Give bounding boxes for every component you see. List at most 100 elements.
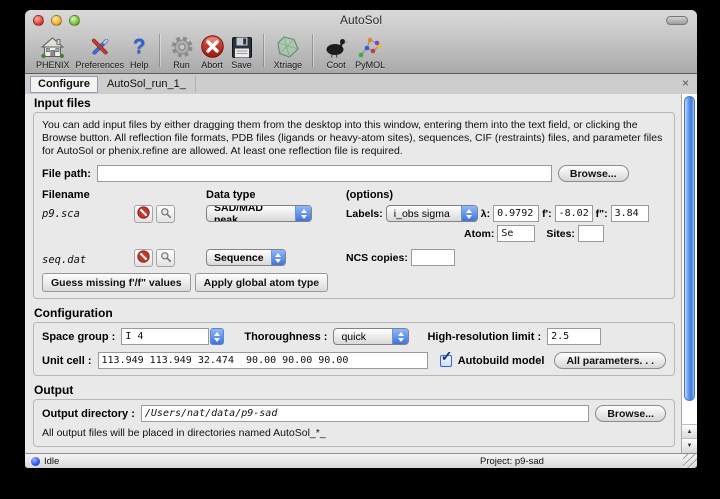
- vertical-scrollbar[interactable]: ▲ ▼: [681, 94, 697, 453]
- ncs-copies-label: NCS copies:: [346, 252, 408, 264]
- window-title: AutoSol: [25, 10, 697, 30]
- file-path-input[interactable]: [97, 165, 552, 182]
- scrollbar-thumb[interactable]: [684, 96, 695, 401]
- configuration-panel: Space group : Thoroughness : quick High-…: [33, 322, 675, 376]
- configure-panel-content: Input files You can add input files by e…: [25, 94, 697, 453]
- scroll-up-button[interactable]: ▲: [682, 424, 697, 439]
- fprime-label: f':: [542, 208, 552, 220]
- atom-input[interactable]: [497, 225, 535, 242]
- toolbar-label: PHENIX: [36, 60, 70, 70]
- toolbar-button-pymol[interactable]: PyMOL: [355, 33, 385, 70]
- resize-grip[interactable]: [683, 454, 697, 468]
- desktop-background: AutoSol: [0, 0, 720, 499]
- toolbar-button-abort[interactable]: Abort: [200, 33, 225, 70]
- scroll-down-button[interactable]: ▼: [682, 438, 697, 453]
- toolbar-button-xtriage[interactable]: Xtriage: [274, 33, 303, 70]
- toolbar-label: Coot: [327, 60, 346, 70]
- toolbar-button-phenix[interactable]: PHENIX: [36, 33, 70, 70]
- output-directory-input[interactable]: [141, 405, 589, 422]
- fprime-input[interactable]: [555, 205, 593, 222]
- apply-global-atom-type-button[interactable]: Apply global atom type: [195, 273, 329, 292]
- remove-file-button[interactable]: [134, 205, 153, 223]
- toolbar-toggle-capsule-button[interactable]: [666, 16, 688, 25]
- filename-cell: seq.dat: [42, 251, 134, 266]
- toolbar-button-save[interactable]: Save: [231, 33, 253, 70]
- popup-stepper-icon: [295, 206, 311, 221]
- filename-cell: p9.sca: [42, 205, 134, 220]
- thoroughness-label: Thoroughness :: [244, 331, 327, 343]
- space-group-label: Space group :: [42, 331, 115, 343]
- data-type-select[interactable]: SAD/MAD peak: [206, 205, 312, 222]
- column-header-filename: Filename: [42, 188, 134, 202]
- status-bar: Idle Project: p9-sad: [25, 453, 697, 468]
- toolbar-button-preferences[interactable]: Preferences: [76, 33, 125, 70]
- ncs-copies-input[interactable]: [411, 249, 455, 266]
- autobuild-model-label: Autobuild model: [458, 355, 545, 367]
- file-options-cell: Labels: i_obs sigma λ: f': f":: [346, 205, 666, 242]
- magnifier-icon: [160, 207, 172, 222]
- autosol-window: AutoSol: [25, 10, 697, 468]
- input-files-heading: Input files: [34, 96, 675, 110]
- status-indicator-icon: [31, 457, 40, 466]
- phenix-home-icon: [40, 33, 65, 59]
- high-resolution-limit-input[interactable]: [547, 328, 601, 345]
- project-label: Project: p9-sad: [480, 456, 544, 467]
- toolbar-separator: [312, 34, 313, 67]
- output-note: All output files will be placed in direc…: [42, 427, 666, 440]
- run-gear-icon: [170, 33, 194, 59]
- scroll-down-icon: ▼: [687, 443, 693, 449]
- output-directory-browse-button[interactable]: Browse...: [595, 405, 666, 422]
- toolbar-button-run[interactable]: Run: [170, 33, 194, 70]
- labels-select[interactable]: i_obs sigma: [386, 205, 478, 222]
- file-path-browse-button[interactable]: Browse...: [558, 165, 629, 182]
- wavelength-label: λ:: [481, 208, 490, 220]
- abort-cross-icon: [200, 33, 225, 59]
- checkmark-icon: ✓: [441, 349, 453, 363]
- pymol-molecule-icon: [357, 33, 383, 59]
- main-toolbar: PHENIX Preferences ?: [25, 30, 697, 73]
- fdoubleprime-label: f":: [596, 208, 608, 220]
- remove-file-button[interactable]: [134, 249, 153, 267]
- output-heading: Output: [34, 383, 675, 397]
- unit-cell-label: Unit cell :: [42, 355, 92, 367]
- tab-autosol-run-1[interactable]: AutoSol_run_1_: [98, 76, 196, 92]
- title-bar[interactable]: AutoSol: [25, 10, 697, 30]
- all-parameters-button[interactable]: All parameters. . .: [554, 352, 666, 369]
- preferences-tools-icon: [88, 33, 112, 59]
- toolbar-label: Preferences: [76, 60, 125, 70]
- tab-bar: Configure AutoSol_run_1_ ×: [25, 74, 697, 95]
- toolbar-button-coot[interactable]: Coot: [323, 33, 349, 70]
- close-tab-icon[interactable]: ×: [682, 76, 689, 90]
- no-entry-delete-icon: [137, 250, 150, 266]
- fdoubleprime-input[interactable]: [611, 205, 649, 222]
- window-chrome: AutoSol: [25, 10, 697, 74]
- wavelength-input[interactable]: [493, 205, 539, 222]
- thoroughness-select[interactable]: quick: [333, 328, 409, 345]
- inspect-file-button[interactable]: [156, 249, 175, 267]
- toolbar-label: Help: [130, 60, 149, 70]
- data-type-select[interactable]: Sequence: [206, 249, 286, 266]
- status-text: Idle: [44, 456, 59, 467]
- toolbar-button-help[interactable]: ? Help: [130, 33, 149, 70]
- high-resolution-limit-label: High-resolution limit :: [427, 331, 541, 343]
- space-group-stepper[interactable]: [210, 328, 224, 345]
- input-files-table: Filename Data type (options) p9.sca: [42, 188, 666, 267]
- toolbar-separator: [159, 34, 160, 67]
- output-directory-label: Output directory :: [42, 408, 135, 420]
- close-window-button[interactable]: [33, 15, 44, 26]
- autobuild-model-checkbox[interactable]: ✓: [440, 355, 452, 367]
- tab-configure[interactable]: Configure: [30, 76, 98, 93]
- inspect-file-button[interactable]: [156, 205, 175, 223]
- guess-fprime-button[interactable]: Guess missing f'/f" values: [42, 273, 191, 292]
- popup-stepper-icon: [271, 250, 285, 265]
- minimize-window-button[interactable]: [51, 15, 62, 26]
- zoom-window-button[interactable]: [69, 15, 80, 26]
- sites-input[interactable]: [578, 225, 604, 242]
- no-entry-delete-icon: [137, 206, 150, 222]
- coot-bird-icon: [323, 33, 349, 59]
- space-group-input[interactable]: [121, 328, 209, 345]
- labels-label: Labels:: [346, 208, 383, 220]
- file-options-cell: NCS copies:: [346, 249, 666, 266]
- unit-cell-input[interactable]: [98, 352, 428, 369]
- toolbar-label: Abort: [201, 60, 223, 70]
